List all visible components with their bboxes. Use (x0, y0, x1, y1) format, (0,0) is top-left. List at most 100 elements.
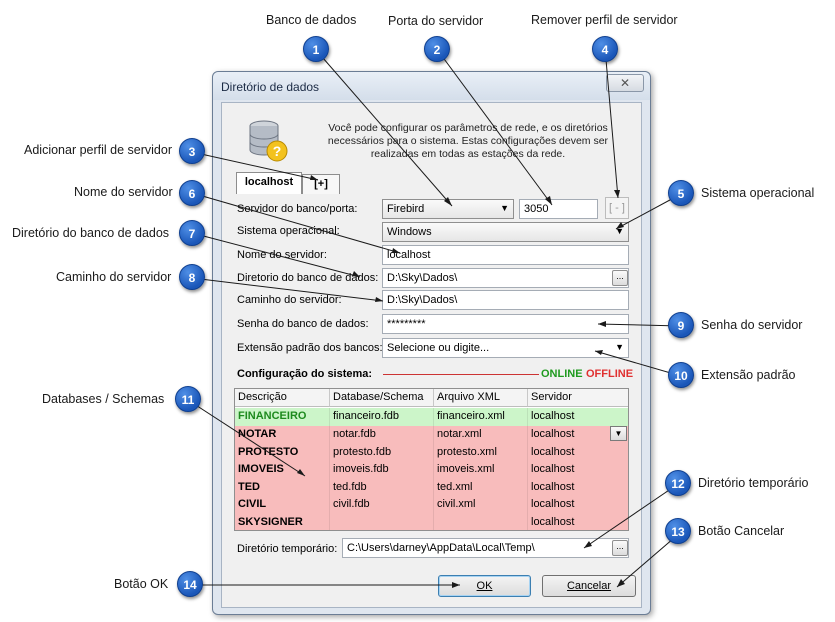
chevron-down-icon: ▼ (615, 342, 624, 352)
database-server-select[interactable]: Firebird ▼ (382, 199, 514, 219)
annotation-badge-5: 5 (668, 180, 694, 206)
system-config-title: Configuração do sistema: (237, 368, 373, 380)
annotation-badge-8: 8 (179, 264, 205, 290)
annotation-label-9: Senha do servidor (701, 318, 803, 332)
cell-description: CIVIL (235, 496, 330, 514)
browse-db-dir-button[interactable]: ... (612, 270, 628, 286)
table-row[interactable]: IMOVEIS imoveis.fdb imoveis.xml localhos… (235, 461, 628, 479)
cell-server: localhost (528, 444, 628, 462)
cell-xml: ted.xml (434, 478, 528, 496)
column-header[interactable]: Arquivo XML (434, 389, 528, 407)
cell-server: localhost (528, 496, 628, 514)
cell-server: localhost (528, 514, 628, 531)
annotation-label-7: Diretório do banco de dados (12, 226, 170, 240)
os-select[interactable]: Windows ▼ (382, 222, 629, 242)
online-legend: ONLINE (541, 368, 583, 380)
table-row[interactable]: FINANCEIRO financeiro.fdb financeiro.xml… (235, 408, 628, 426)
cell-server: localhost (528, 408, 628, 426)
cell-database: imoveis.fdb (330, 461, 434, 479)
chevron-down-icon: ▼ (500, 203, 509, 213)
annotation-label-14: Botão OK (114, 577, 169, 591)
annotation-label-1: Banco de dados (266, 13, 357, 27)
annotation-badge-12: 12 (665, 470, 691, 496)
remove-profile-button[interactable]: [ - ] (605, 197, 629, 219)
cancel-label: Cancelar (566, 580, 612, 592)
cell-server: localhost (528, 461, 628, 479)
chevron-down-icon: ▼ (615, 226, 624, 236)
intro-text: Você pode configurar os parâmetros de re… (327, 122, 609, 160)
annotation-badge-7: 7 (179, 220, 205, 246)
extension-select[interactable]: Selecione ou digite... ▼ (382, 338, 629, 358)
cell-xml (434, 513, 528, 530)
port-input[interactable]: 3050 (519, 199, 598, 219)
annotation-badge-13: 13 (665, 518, 691, 544)
db-password-label: Senha do banco de dados: (237, 318, 369, 330)
window-title: Diretório de dados (221, 80, 320, 94)
temp-dir-input[interactable]: C:\Users\darney\AppData\Local\Temp\ (342, 538, 629, 558)
db-dir-input[interactable]: D:\Sky\Dados\ (382, 268, 629, 288)
cell-xml: protesto.xml (434, 443, 528, 461)
cell-xml: financeiro.xml (434, 408, 528, 426)
cell-xml: imoveis.xml (434, 461, 528, 479)
column-header[interactable]: Servidor (528, 389, 628, 407)
os-label: Sistema operacional: (237, 225, 340, 237)
cell-server: localhost (528, 479, 628, 497)
server-name-label: Nome do servidor: (237, 249, 327, 261)
cell-description: PROTESTO (235, 443, 330, 461)
cell-description: NOTAR (235, 426, 330, 444)
tab-add-profile[interactable]: [+] (302, 174, 340, 194)
annotation-badge-1: 1 (303, 36, 329, 62)
cell-description: SKYSIGNER (235, 513, 330, 530)
cell-database: civil.fdb (330, 496, 434, 514)
db-password-input[interactable]: ********* (382, 314, 629, 334)
annotation-label-10: Extensão padrão (701, 368, 796, 382)
temp-dir-label: Diretório temporário: (237, 543, 338, 555)
table-row[interactable]: PROTESTO protesto.fdb protesto.xml local… (235, 443, 628, 462)
divider (383, 374, 539, 375)
annotation-label-3: Adicionar perfil de servidor (24, 143, 172, 157)
server-name-input[interactable]: localhost (382, 245, 629, 265)
title-bar[interactable]: Diretório de dados ✕ (213, 72, 650, 100)
annotation-label-6: Nome do servidor (74, 185, 173, 199)
table-row[interactable]: SKYSIGNER localhost (235, 513, 628, 531)
cell-description: FINANCEIRO (235, 408, 330, 426)
cell-database (330, 513, 434, 530)
extension-label: Extensão padrão dos bancos: (237, 342, 383, 354)
server-path-input[interactable]: D:\Sky\Dados\ (382, 290, 629, 310)
annotation-badge-9: 9 (668, 312, 694, 338)
cell-database: protesto.fdb (330, 443, 434, 461)
os-value: Windows (387, 226, 432, 238)
db-dir-label: Diretorio do banco de dados: (237, 272, 379, 284)
ok-label: OK (476, 580, 493, 592)
ok-button[interactable]: OK (438, 575, 531, 597)
cell-database: notar.fdb (330, 426, 434, 444)
databases-grid[interactable]: Descrição Database/Schema Arquivo XML Se… (234, 388, 629, 531)
table-row[interactable]: TED ted.fdb ted.xml localhost (235, 478, 628, 497)
cell-database: financeiro.fdb (330, 408, 434, 426)
cell-description: TED (235, 478, 330, 496)
annotation-badge-10: 10 (668, 362, 694, 388)
database-icon: ? (249, 120, 288, 162)
annotation-label-2: Porta do servidor (388, 14, 484, 28)
row-dropdown-button[interactable]: ▼ (610, 426, 627, 441)
annotation-label-12: Diretório temporário (698, 476, 809, 490)
svg-text:?: ? (273, 143, 282, 159)
table-row[interactable]: CIVIL civil.fdb civil.xml localhost (235, 496, 628, 514)
column-header[interactable]: Database/Schema (330, 389, 434, 407)
column-header[interactable]: Descrição (235, 389, 330, 407)
cancel-button[interactable]: Cancelar (542, 575, 636, 597)
offline-legend: OFFLINE (586, 368, 634, 380)
annotation-badge-6: 6 (179, 180, 205, 206)
extension-placeholder: Selecione ou digite... (387, 342, 490, 354)
table-row[interactable]: NOTAR notar.fdb notar.xml localhost (235, 426, 628, 444)
annotation-badge-4: 4 (592, 36, 618, 62)
close-button[interactable]: ✕ (606, 74, 644, 92)
annotation-label-13: Botão Cancelar (698, 524, 785, 538)
tab-localhost[interactable]: localhost (236, 172, 302, 194)
cell-xml: civil.xml (434, 496, 528, 514)
server-path-label: Caminho do servidor: (237, 294, 342, 306)
browse-temp-dir-button[interactable]: ... (612, 540, 628, 556)
database-server-value: Firebird (387, 203, 425, 215)
cell-description: IMOVEIS (235, 461, 330, 479)
annotation-label-5: Sistema operacional (701, 186, 815, 200)
